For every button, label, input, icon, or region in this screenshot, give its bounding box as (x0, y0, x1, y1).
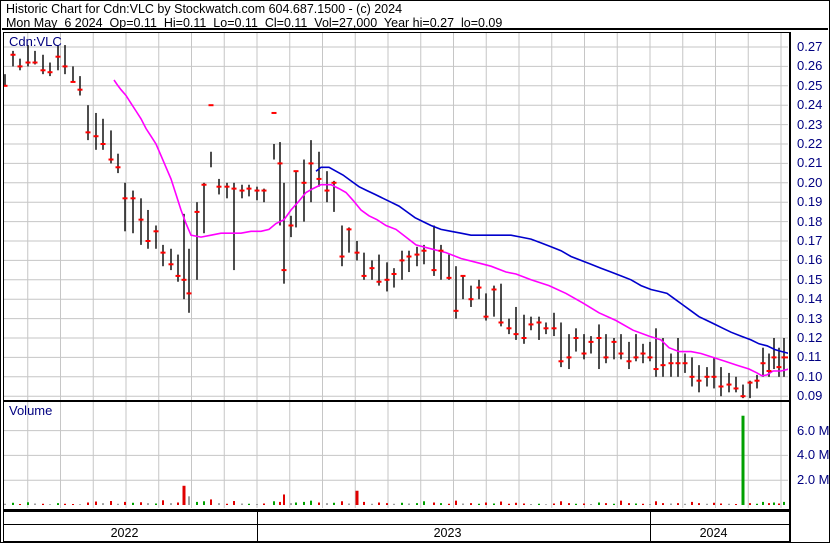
year-divider (650, 512, 651, 541)
price-axis-label: 0.10 (797, 368, 823, 384)
price-chart-plot[interactable] (4, 33, 788, 400)
price-axis-label: 0.27 (797, 39, 823, 54)
price-axis-label: 0.23 (797, 116, 823, 132)
year-label: 2024 (699, 526, 728, 540)
volume-axis-label: 6.0 M (797, 422, 830, 438)
price-axis-label: 0.21 (797, 155, 823, 171)
volume-axis-label: 4.0 M (797, 447, 830, 463)
price-chart-panel[interactable]: Cdn:VLC (3, 32, 791, 401)
price-axis-label: 0.18 (797, 213, 823, 229)
year-divider (257, 512, 258, 541)
x-axis-strip: 2022 2023 2024 (3, 511, 791, 542)
volume-label: Volume (9, 403, 53, 418)
price-axis-label: 0.12 (797, 330, 823, 345)
historic-chart-window: Historic Chart for Cdn:VLC by Stockwatch… (0, 0, 830, 543)
price-axis-label: 0.16 (797, 252, 823, 268)
title-line-1: Historic Chart for Cdn:VLC by Stockwatch… (6, 2, 403, 16)
price-axis-label: 0.17 (797, 233, 823, 248)
price-axis-label: 0.14 (797, 291, 823, 307)
volume-axis-label: 2.0 M (797, 472, 830, 488)
price-axis-label: 0.20 (797, 174, 823, 190)
price-axis-label: 0.19 (797, 194, 823, 210)
price-axis-label: 0.24 (797, 97, 823, 113)
volume-chart-plot[interactable] (4, 402, 788, 508)
price-axis-label: 0.15 (797, 271, 823, 287)
price-axis-label: 0.22 (797, 136, 823, 151)
price-axis-label: 0.09 (797, 388, 823, 404)
volume-chart-panel[interactable]: Volume (3, 401, 791, 511)
year-divider (789, 512, 790, 541)
year-label: 2022 (110, 526, 139, 540)
title-bar: Historic Chart for Cdn:VLC by Stockwatch… (2, 1, 828, 30)
price-axis-label: 0.25 (797, 77, 823, 93)
symbol-label: Cdn:VLC (9, 34, 62, 49)
year-label: 2023 (433, 526, 462, 540)
price-axis-label: 0.11 (797, 349, 822, 365)
x-axis-spacer-row (4, 512, 789, 525)
title-line-2: Mon May 6 2024 Op=0.11 Hi=0.11 Lo=0.11 C… (6, 16, 503, 30)
price-axis-label: 0.26 (797, 58, 823, 74)
price-axis-label: 0.13 (797, 310, 823, 326)
